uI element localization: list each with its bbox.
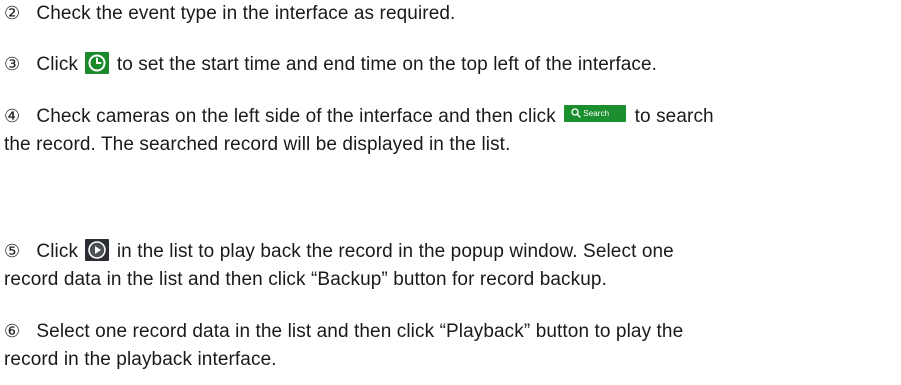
step-number: ② [4,3,21,24]
step-6-line-2: record in the playback interface. [4,346,897,374]
clock-icon [85,52,110,74]
step-text-after: in the list to play back the record in t… [116,241,674,262]
step-text-before: Click [36,54,79,75]
step-4: ④ Check cameras on the left side of the … [4,103,897,131]
search-button-label: Search [583,109,610,118]
play-icon [85,239,110,261]
step-text-after: to search [634,106,714,127]
step-text-after: to set the start time and end time on th… [116,54,658,75]
step-3: ③ Click to set the start time and end ti… [4,51,897,79]
step-text: Select one record data in the list and t… [36,321,684,342]
step-text: Check the event type in the interface as… [36,3,456,24]
search-icon [571,108,581,118]
step-number: ④ [4,106,21,127]
step-text-before: Click [36,241,79,262]
step-text-continued: the record. The searched record will be … [4,134,511,155]
search-button[interactable]: Search [564,105,627,122]
step-text-continued: record data in the list and then click “… [4,269,607,290]
step-text-continued: record in the playback interface. [4,349,277,370]
step-5-line-2: record data in the list and then click “… [4,266,897,294]
step-6: ⑥ Select one record data in the list and… [4,318,897,346]
step-4-line-2: the record. The searched record will be … [4,131,897,159]
step-2: ② Check the event type in the interface … [4,0,897,28]
step-number: ⑥ [4,321,21,342]
step-5: ⑤ Click in the list to play back the rec… [4,238,897,266]
step-text-before: Check cameras on the left side of the in… [36,106,556,127]
step-number: ⑤ [4,241,21,262]
step-number: ③ [4,54,21,75]
